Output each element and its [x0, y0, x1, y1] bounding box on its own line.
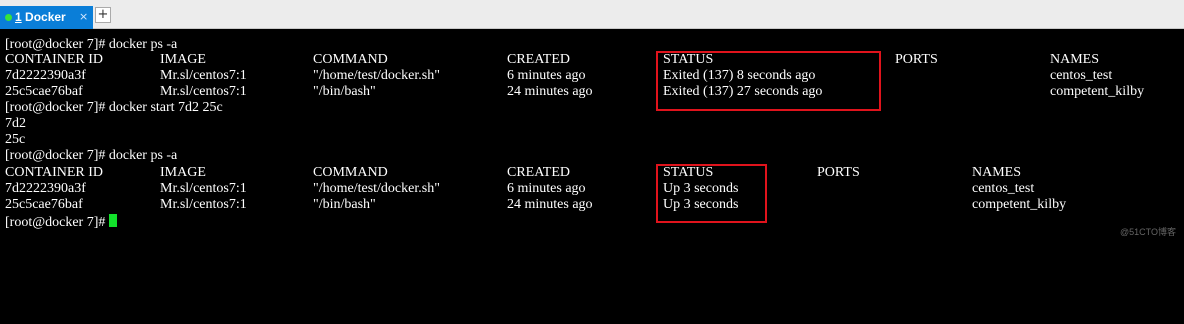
command: "/home/test/docker.sh": [313, 181, 440, 196]
command-line: [root@docker 7]# docker start 7d2 25c: [5, 100, 223, 115]
table-row: 25c5cae76baf Mr.sl/centos7:1 "/bin/bash"…: [5, 85, 1180, 99]
image: Mr.sl/centos7:1: [160, 84, 247, 99]
tab-docker[interactable]: 1 Docker ×: [0, 6, 93, 29]
column-names: NAMES: [972, 165, 1022, 180]
command-line: [root@docker 7]# docker ps -a: [5, 148, 178, 163]
created: 24 minutes ago: [507, 197, 593, 212]
table-row: 25c5cae76baf Mr.sl/centos7:1 "/bin/bash"…: [5, 198, 1180, 212]
column-names: NAMES: [1050, 52, 1100, 67]
container-name: competent_kilby: [972, 197, 1067, 212]
table-row: 7d2222390a3f Mr.sl/centos7:1 "/home/test…: [5, 182, 1180, 196]
image: Mr.sl/centos7:1: [160, 197, 247, 212]
command: "/bin/bash": [313, 197, 376, 212]
container-id: 7d2222390a3f: [5, 68, 86, 83]
tab-label: 1 Docker: [15, 10, 66, 24]
output-line: 25c: [5, 132, 26, 147]
command: "/home/test/docker.sh": [313, 68, 440, 83]
command-line: [root@docker 7]# docker ps -a: [5, 37, 178, 52]
table-header: CONTAINER ID IMAGE COMMAND CREATED STATU…: [5, 53, 1180, 67]
created: 6 minutes ago: [507, 181, 586, 196]
prompt-line: [root@docker 7]#: [5, 214, 1180, 230]
created: 6 minutes ago: [507, 68, 586, 83]
prompt: [root@docker 7]#: [5, 215, 109, 230]
column-container-id: CONTAINER ID: [5, 165, 104, 180]
container-id: 25c5cae76baf: [5, 84, 83, 99]
column-image: IMAGE: [160, 52, 206, 67]
image: Mr.sl/centos7:1: [160, 181, 247, 196]
image: Mr.sl/centos7:1: [160, 68, 247, 83]
column-ports: PORTS: [817, 165, 860, 180]
column-image: IMAGE: [160, 165, 206, 180]
watermark: @51CTO博客: [1120, 227, 1176, 237]
container-name: centos_test: [1050, 68, 1113, 83]
new-tab-button[interactable]: +: [95, 7, 111, 23]
column-container-id: CONTAINER ID: [5, 52, 104, 67]
status-highlight-box: [656, 164, 767, 223]
container-id: 25c5cae76baf: [5, 197, 83, 212]
terminal-output[interactable]: [root@docker 7]# docker ps -a CONTAINER …: [0, 29, 1184, 242]
container-id: 7d2222390a3f: [5, 181, 86, 196]
command: "/bin/bash": [313, 84, 376, 99]
column-created: CREATED: [507, 165, 570, 180]
text-cursor: [108, 214, 117, 227]
table-row: 7d2222390a3f Mr.sl/centos7:1 "/home/test…: [5, 69, 1180, 83]
table-header: CONTAINER ID IMAGE COMMAND CREATED STATU…: [5, 166, 1180, 180]
output-line: 7d2: [5, 116, 26, 131]
column-command: COMMAND: [313, 52, 388, 67]
column-ports: PORTS: [895, 52, 938, 67]
session-status-icon: [5, 14, 12, 21]
column-command: COMMAND: [313, 165, 388, 180]
tab-number: 1: [15, 10, 22, 24]
tab-title: Docker: [21, 10, 66, 24]
status-highlight-box: [656, 51, 881, 111]
created: 24 minutes ago: [507, 84, 593, 99]
column-created: CREATED: [507, 52, 570, 67]
container-name: competent_kilby: [1050, 84, 1145, 99]
tab-bar: 1 Docker × +: [0, 0, 1184, 29]
container-name: centos_test: [972, 181, 1035, 196]
close-tab-icon[interactable]: ×: [79, 10, 88, 24]
